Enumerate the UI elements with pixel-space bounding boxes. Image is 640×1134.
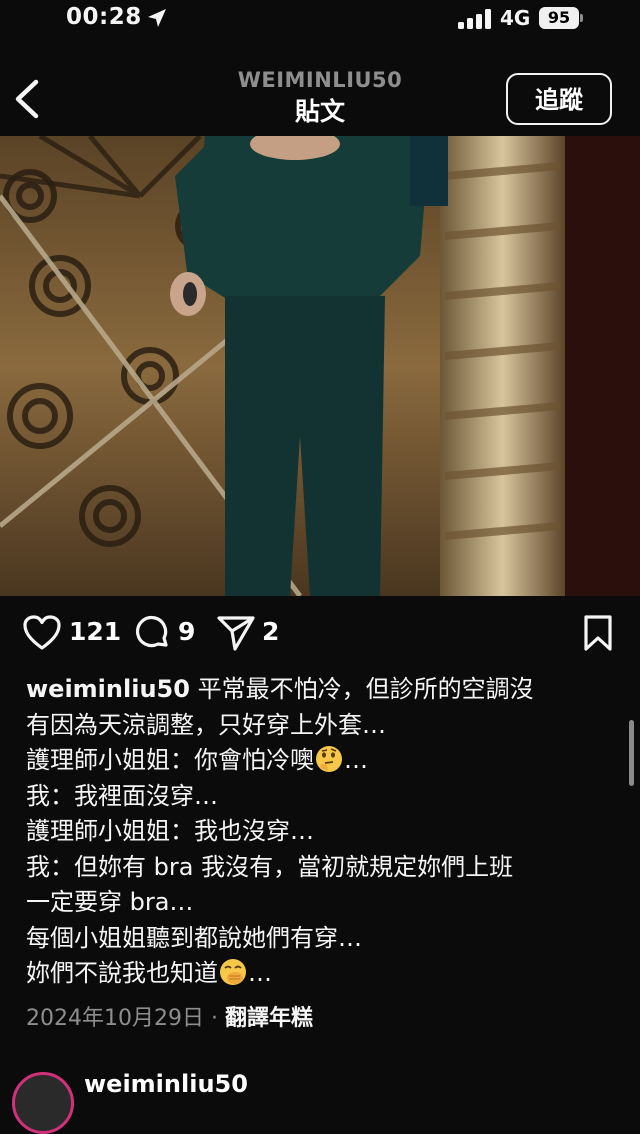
caption-line: 護理師小姐姐：我也沒穿… [26,817,314,845]
meta-separator: · [210,1006,218,1031]
scrollbar[interactable] [629,720,634,786]
caption-text: … [344,746,368,774]
post-caption: weiminliu50 平常最不怕冷，但診所的空調沒 有因為天涼調整，只好穿上外… [26,672,606,992]
translate-link[interactable]: 翻譯年糕 [225,1006,313,1031]
caption-text: 平常最不怕冷，但診所的空調沒 [197,675,534,703]
caption-line: 我：我裡面沒穿… [26,781,218,810]
caption-username[interactable]: weiminliu50 [26,675,190,703]
signal-bars-icon [458,9,491,29]
battery-tip [580,14,583,22]
share-count[interactable]: 2 [262,617,279,646]
post-video[interactable] [0,136,640,596]
avatar[interactable] [12,1072,74,1134]
caption-line: 護理師小姐姐：你會怕冷噢 … [26,743,606,779]
video-frame-image [0,136,640,596]
caption-line: 一定要穿 bra… [26,888,194,916]
post-date: 2024年10月29日 [26,1006,204,1031]
post-action-bar: 121 9 2 [0,610,640,656]
caption-text: 護理師小姐姐：你會怕冷噢 [26,746,314,774]
comment-icon[interactable] [133,614,171,652]
hand-over-mouth-face-icon [220,959,246,985]
caption-line: 我：但妳有 bra 我沒有，當初就規定妳們上班 [26,852,514,881]
location-arrow-icon [148,9,166,27]
caption-text: 妳們不說我也知道 [26,959,218,987]
follow-button[interactable]: 追蹤 [506,73,612,125]
network-label: 4G [500,6,531,30]
caption-text: … [248,959,272,987]
battery-level: 95 [539,7,579,29]
status-time: 00:28 [66,4,142,30]
bookmark-icon[interactable] [582,614,614,652]
caption-line: weiminliu50 平常最不怕冷，但診所的空調沒 [26,672,606,708]
post-meta: 2024年10月29日 · 翻譯年糕 [26,1000,313,1032]
heart-icon[interactable] [22,614,62,652]
send-icon[interactable] [216,614,256,652]
next-post-username[interactable]: weiminliu50 [84,1070,248,1098]
caption-line: 每個小姐姐聽到都說她們有穿… [26,923,362,952]
thinking-face-icon [316,746,342,772]
caption-line: 有因為天涼調整，只好穿上外套… [26,710,386,739]
comment-count[interactable]: 9 [178,617,195,646]
like-count[interactable]: 121 [69,617,121,646]
caption-line: 妳們不說我也知道 … [26,956,606,992]
status-bar: 00:28 4G 95 [0,0,640,40]
